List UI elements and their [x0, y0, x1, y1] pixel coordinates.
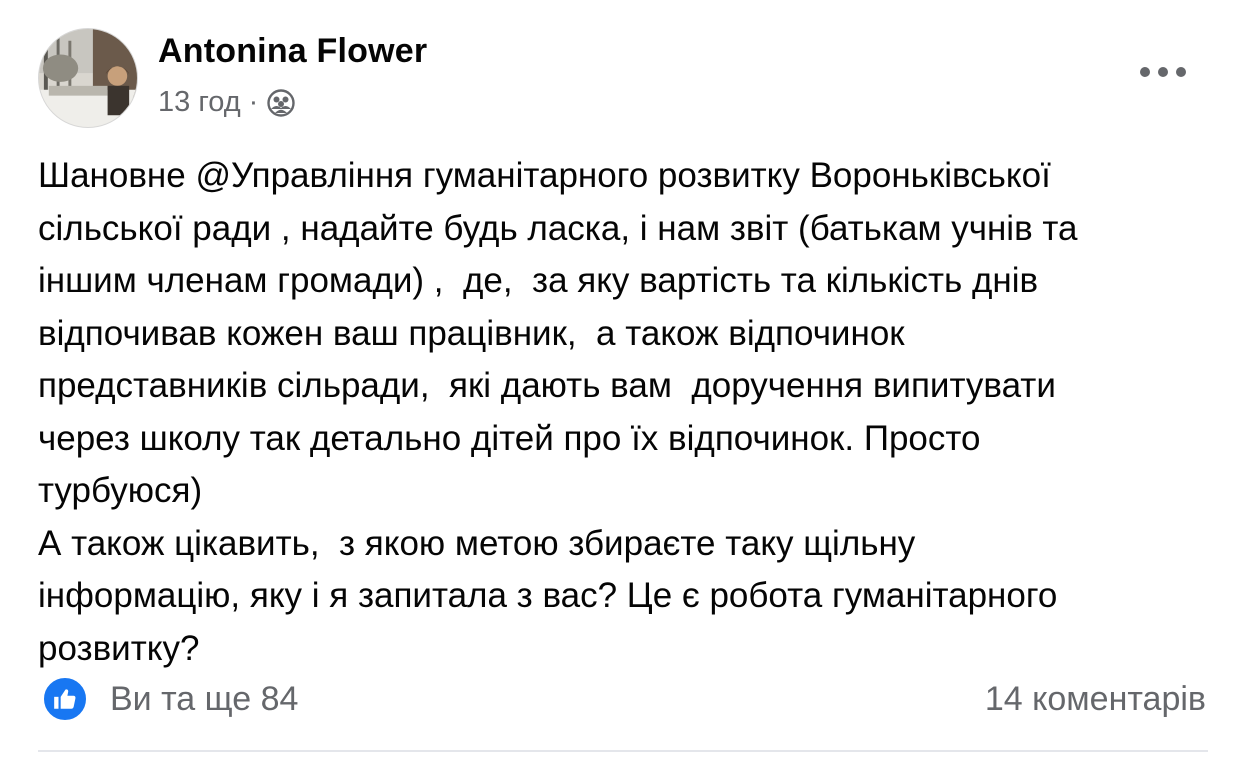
- post-timestamp[interactable]: 13 год: [158, 86, 241, 119]
- divider: [38, 750, 1208, 752]
- post-text-line: А також цікавить, з якою метою збираєте …: [38, 523, 916, 563]
- post-text-line: іншим членам громади) , де, за яку варті…: [38, 261, 1039, 300]
- author-avatar[interactable]: [38, 28, 138, 128]
- post-text-line: відпочивав кожен ваш працівник, а також …: [38, 313, 905, 353]
- post-text-line: сільської ради , надайте будь ласка, і н…: [38, 208, 1078, 248]
- avatar-photo: [39, 29, 137, 127]
- post-text-line: інформацію, яку і я запитала з вас? Це є…: [38, 576, 1058, 615]
- more-dot: [1158, 67, 1168, 77]
- post-text-line: турбуюся): [38, 471, 203, 510]
- friends-icon[interactable]: [266, 88, 296, 118]
- post-text-line: представників сільради, які дають вам до…: [38, 366, 1056, 405]
- post-text-line: Шановне @Управління гуманітарного розвит…: [38, 156, 1051, 195]
- post-text-line: розвитку?: [38, 628, 200, 668]
- more-dot: [1176, 67, 1186, 77]
- reactions-count: Ви та ще 84: [110, 679, 299, 718]
- meta-separator: ·: [248, 86, 259, 118]
- post-card: Antonina Flower 13 год · Шановне @Управл…: [0, 0, 1246, 758]
- like-icon: [42, 676, 88, 722]
- author-name[interactable]: Antonina Flower: [158, 32, 427, 71]
- post-text: Шановне @Управління гуманітарного розвит…: [38, 150, 1208, 675]
- reactions-summary[interactable]: Ви та ще 84: [42, 676, 298, 722]
- comments-count[interactable]: 14 коментарів: [985, 680, 1206, 719]
- post-meta: 13 год ·: [158, 86, 296, 119]
- more-dot: [1140, 67, 1150, 77]
- more-options-icon[interactable]: [1140, 60, 1186, 84]
- post-text-line: через школу так детально дітей про їх ві…: [38, 418, 981, 458]
